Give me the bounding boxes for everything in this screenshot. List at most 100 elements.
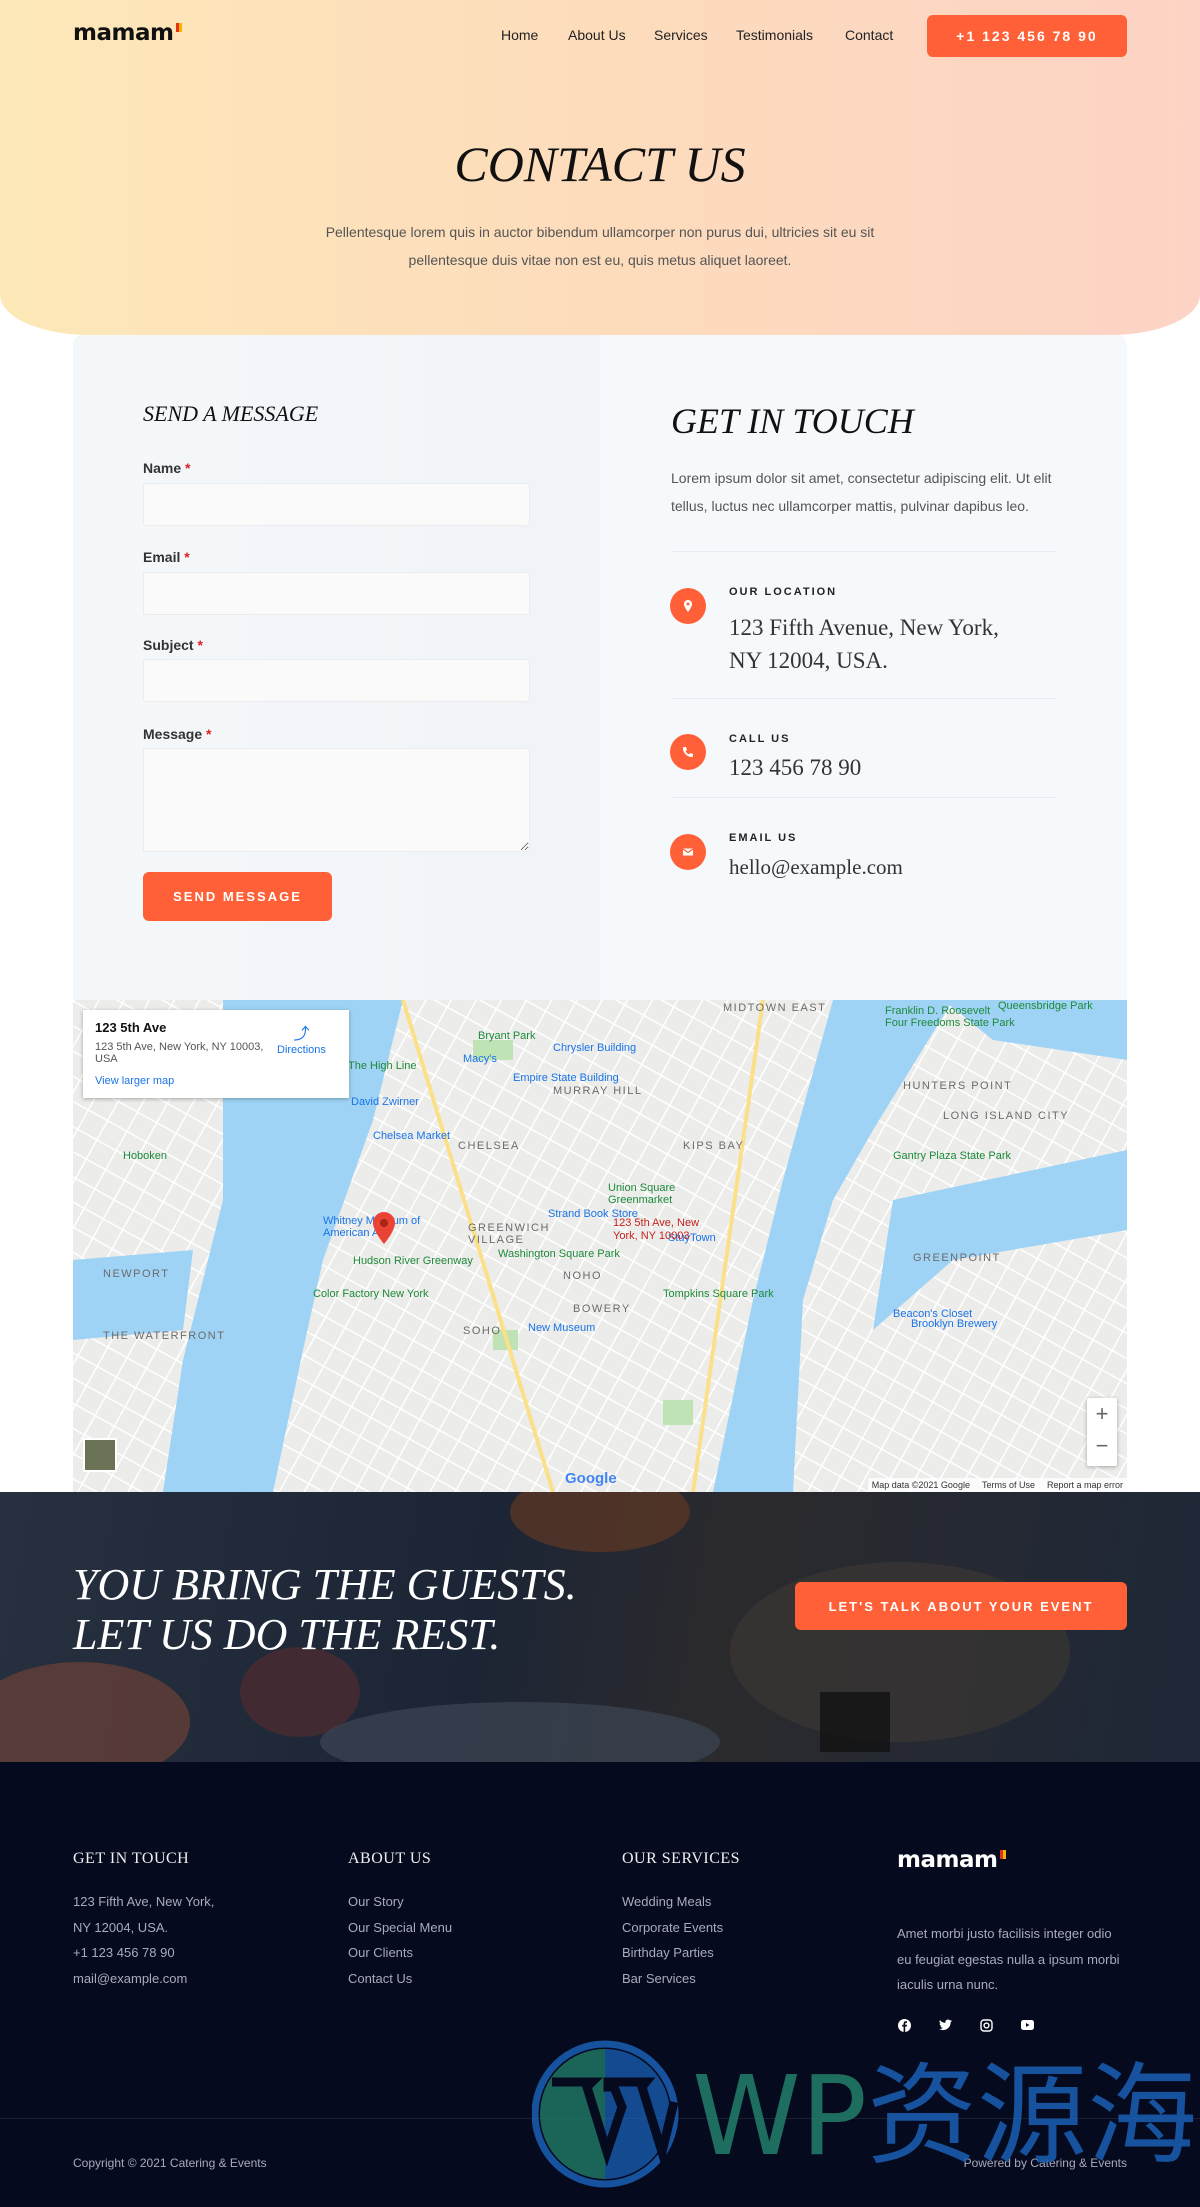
map-place-label[interactable]: SOHO (463, 1325, 501, 1337)
map-place-label[interactable]: THE WATERFRONT (103, 1330, 225, 1342)
map-place-label[interactable]: Beacon's Closet (893, 1308, 972, 1320)
map-place-label[interactable]: Chrysler Building (553, 1042, 636, 1054)
send-message-button[interactable]: SEND MESSAGE (143, 872, 332, 921)
map-place-label[interactable]: Washington Square Park (498, 1248, 620, 1260)
map-place-label[interactable]: Empire State Building (513, 1072, 619, 1084)
divider (671, 698, 1056, 699)
required-mark: * (197, 637, 203, 653)
directions-button[interactable]: ⤴ Directions (277, 1020, 326, 1056)
page-title: CONTACT US (454, 136, 746, 192)
facebook-icon[interactable] (897, 2018, 911, 2032)
footer-about-links: Our Story Our Special Menu Our Clients Cont… (348, 1889, 452, 1991)
footer-phone[interactable]: +1 123 456 78 90 (73, 1940, 214, 1966)
get-in-touch-title: GET IN TOUCH (671, 401, 914, 441)
subtitle-line: pellentesque duis vitae non est eu, quis… (408, 252, 792, 268)
map-place-label[interactable]: NEWPORT (103, 1268, 170, 1280)
satellite-toggle[interactable] (83, 1438, 117, 1472)
email-input[interactable] (143, 572, 530, 615)
nav-home[interactable]: Home (501, 27, 538, 43)
map-place-label[interactable]: Tompkins Square Park (663, 1288, 774, 1300)
message-textarea[interactable] (143, 748, 530, 852)
map-place-label[interactable]: The High Line (348, 1060, 417, 1072)
text-line: iaculis urna nunc. (897, 1977, 999, 1992)
phone-button[interactable]: +1 123 456 78 90 (927, 15, 1127, 57)
required-mark: * (184, 549, 190, 565)
map-place-label[interactable]: Queensbridge Park (998, 1000, 1093, 1012)
nav-contact[interactable]: Contact (845, 27, 893, 43)
map-place-label[interactable]: Bryant Park (478, 1030, 535, 1042)
footer-contact-title: GET IN TOUCH (73, 1850, 190, 1867)
youtube-icon[interactable] (1020, 2018, 1034, 2032)
map-attribution: Map data ©2021 Google Terms of Use Report … (867, 1478, 1127, 1492)
footer-link[interactable]: Our Clients (348, 1940, 452, 1966)
zoom-out-button[interactable]: − (1087, 1430, 1117, 1462)
nav-about-us[interactable]: About Us (568, 27, 626, 43)
instagram-icon[interactable] (979, 2018, 993, 2032)
map-place-label[interactable]: David Zwirner (351, 1096, 419, 1108)
map-place-label[interactable]: Macy's (463, 1053, 497, 1065)
map-place-label[interactable]: Hudson River Greenway (353, 1255, 473, 1267)
nav-services[interactable]: Services (654, 27, 708, 43)
map-place-label[interactable]: GREENPOINT (913, 1252, 1001, 1264)
footer-link[interactable]: Contact Us (348, 1966, 452, 1992)
map-place-label[interactable]: GREENWICH VILLAGE (468, 1222, 598, 1246)
location-label: OUR LOCATION (729, 586, 838, 598)
map-place-label[interactable]: Hoboken (123, 1150, 167, 1162)
nav-testimonials[interactable]: Testimonials (736, 27, 813, 43)
footer-link[interactable]: Birthday Parties (622, 1940, 723, 1966)
map-place-label[interactable]: Chelsea Market (373, 1130, 450, 1142)
talk-event-button[interactable]: LET'S TALK ABOUT YOUR EVENT (795, 1582, 1127, 1630)
value-line: 123 Fifth Avenue, New York, (729, 615, 999, 640)
map-place-label[interactable]: HUNTERS POINT (903, 1080, 1012, 1092)
map-place-label[interactable]: MURRAY HILL (553, 1085, 642, 1097)
address-line: NY 12004, USA. (73, 1919, 169, 1935)
map-place-label[interactable]: Gantry Plaza State Park (893, 1150, 1011, 1162)
map-place-label[interactable]: Union Square Greenmarket (608, 1182, 738, 1206)
view-larger-map-link[interactable]: View larger map (95, 1075, 337, 1087)
map-pin-icon (670, 588, 706, 624)
map-place-label[interactable]: NOHO (563, 1270, 602, 1282)
call-label: CALL US (729, 733, 791, 745)
attribution-text: Map data ©2021 Google (871, 1480, 970, 1490)
form-title: SEND A MESSAGE (143, 401, 319, 426)
text-line: tellus, luctus nec ullamcorper mattis, p… (671, 498, 1029, 514)
terms-link[interactable]: Terms of Use (982, 1480, 1035, 1490)
subject-input[interactable] (143, 659, 530, 702)
phone-icon (670, 734, 706, 770)
map-place-label[interactable]: New Museum (528, 1322, 595, 1334)
footer-link[interactable]: Corporate Events (622, 1915, 723, 1941)
footer-logo[interactable]: mamam (897, 1847, 1007, 1873)
logo-text: mamam (73, 20, 174, 46)
footer-link[interactable]: Bar Services (622, 1966, 723, 1992)
name-input[interactable] (143, 483, 530, 526)
google-map[interactable]: MIDTOWN EAST Bryant Park Chrysler Building… (73, 1000, 1127, 1492)
label-text: Subject (143, 637, 194, 653)
footer-link[interactable]: Our Story (348, 1889, 452, 1915)
footer-email[interactable]: mail@example.com (73, 1966, 214, 1992)
map-place-label[interactable]: KIPS BAY (683, 1140, 744, 1152)
location-marker-icon[interactable] (372, 1212, 396, 1249)
footer-link[interactable]: Our Special Menu (348, 1915, 452, 1941)
email-value[interactable]: hello@example.com (729, 851, 903, 884)
map-place-label[interactable]: CHELSEA (458, 1140, 520, 1152)
address-line: 123 Fifth Ave, New York, (73, 1894, 215, 1909)
report-link[interactable]: Report a map error (1047, 1480, 1123, 1490)
subtitle-line: Pellentesque lorem quis in auctor bibend… (325, 224, 875, 240)
map-place-label[interactable]: MIDTOWN EAST (723, 1002, 826, 1014)
footer-link[interactable]: Wedding Meals (622, 1889, 723, 1915)
map-place-label[interactable]: BOWERY (573, 1303, 631, 1315)
footer-services-links: Wedding Meals Corporate Events Birthday Pa… (622, 1889, 723, 1991)
map-place-label[interactable]: Color Factory New York (313, 1288, 429, 1300)
logo[interactable]: mamam (73, 20, 183, 46)
zoom-in-button[interactable]: + (1087, 1398, 1117, 1430)
map-place-label[interactable]: LONG ISLAND CITY (943, 1110, 1069, 1122)
message-label: Message * (143, 726, 212, 742)
logo-text: mamam (897, 1847, 998, 1873)
location-value: 123 Fifth Avenue, New York, NY 12004, USA… (729, 611, 999, 677)
map-place-label[interactable]: Franklin D. Roosevelt Four Freedoms Stat… (885, 1005, 1015, 1029)
phone-value[interactable]: 123 456 78 90 (729, 751, 861, 784)
twitter-icon[interactable] (938, 2018, 952, 2032)
label-text: Name (143, 460, 182, 476)
divider (671, 551, 1056, 552)
watermark-text: WP资源海 (692, 2052, 1198, 2180)
